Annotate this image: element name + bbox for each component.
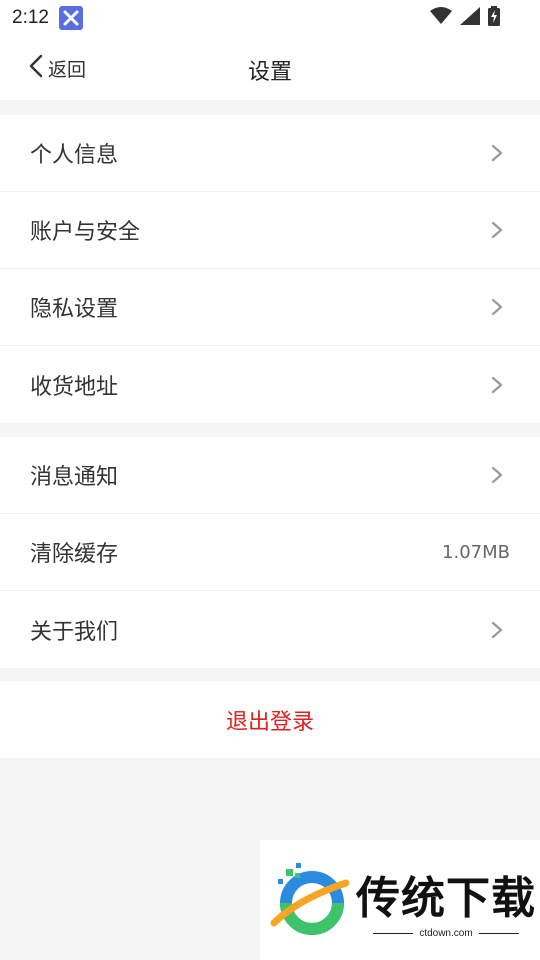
- chevron-right-icon: [491, 221, 503, 239]
- settings-item-label: 收货地址: [30, 374, 119, 400]
- status-right: [430, 6, 500, 30]
- settings-item-about-us[interactable]: 关于我们: [0, 591, 540, 668]
- watermark-logo-icon: [270, 863, 350, 935]
- watermark-name: 传统下载: [356, 872, 536, 924]
- signal-icon: [460, 7, 480, 29]
- settings-item-label: 账户与安全: [30, 220, 141, 245]
- chevron-right-icon: [491, 466, 503, 484]
- chevron-right-icon: [491, 376, 503, 393]
- settings-item-shipping-address[interactable]: 收货地址: [0, 346, 540, 423]
- page-title: 设置: [247, 60, 292, 85]
- watermark-text: 传统下载 ctdown.com: [356, 862, 536, 939]
- cache-size-value: 1.07MB: [442, 541, 510, 563]
- settings-item-label: 关于我们: [30, 619, 119, 645]
- status-left: 2:12: [12, 6, 83, 30]
- watermark: 传统下载 ctdown.com: [260, 840, 540, 960]
- watermark-domain: ctdown.com: [419, 927, 473, 939]
- status-time: 2:12: [12, 7, 49, 28]
- wifi-icon: [430, 7, 452, 29]
- settings-group-general: 消息通知 清除缓存 1.07MB 关于我们: [0, 437, 540, 668]
- watermark-domain-row: ctdown.com: [373, 927, 519, 939]
- settings-item-personal-info[interactable]: 个人信息: [0, 115, 540, 192]
- settings-item-notifications[interactable]: 消息通知: [0, 437, 540, 514]
- battery-charging-icon: [488, 6, 500, 30]
- settings-item-label: 消息通知: [30, 465, 119, 490]
- settings-item-privacy[interactable]: 隐私设置: [0, 269, 540, 346]
- settings-group-account: 个人信息 账户与安全 隐私设置 收货地址: [0, 115, 540, 423]
- settings-item-label: 清除缓存: [30, 542, 119, 567]
- nav-bar: 返回 设置: [0, 36, 540, 100]
- chevron-right-icon: [491, 144, 503, 162]
- chevron-right-icon: [491, 621, 503, 638]
- logout-button[interactable]: 退出登录: [0, 681, 540, 758]
- watermark-divider: [478, 932, 519, 934]
- status-bar: 2:12: [0, 0, 540, 36]
- app-notification-icon: [58, 6, 83, 30]
- settings-item-label: 个人信息: [30, 143, 119, 168]
- settings-item-clear-cache[interactable]: 清除缓存 1.07MB: [0, 514, 540, 591]
- watermark-divider: [373, 932, 414, 934]
- settings-item-label: 隐私设置: [30, 297, 119, 322]
- settings-item-account-security[interactable]: 账户与安全: [0, 192, 540, 269]
- chevron-right-icon: [491, 298, 503, 316]
- logout-label: 退出登录: [225, 709, 314, 735]
